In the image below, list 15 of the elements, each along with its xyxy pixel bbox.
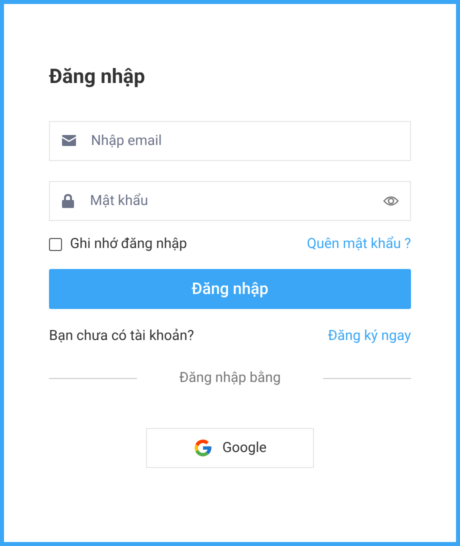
google-logo-icon	[193, 438, 214, 458]
lock-icon	[62, 194, 74, 208]
divider-text: Đăng nhập bằng	[178, 368, 282, 388]
password-field[interactable]: Mật khẩu	[49, 181, 411, 221]
signup-prompt: Bạn chưa có tài khoản?	[49, 326, 194, 346]
email-field[interactable]: Nhập email	[49, 121, 411, 161]
remember-label: Ghi nhớ đăng nhập	[70, 234, 188, 254]
google-button[interactable]: Google	[146, 428, 314, 468]
form-title: Đăng nhập	[49, 63, 145, 90]
envelope-icon	[62, 135, 76, 146]
login-button[interactable]: Đăng nhập	[49, 269, 411, 309]
remember-checkbox[interactable]	[49, 238, 62, 250]
signup-link[interactable]: Đăng ký ngay	[328, 326, 411, 346]
forgot-password-link[interactable]: Quên mật khẩu ?	[306, 234, 411, 254]
eye-icon[interactable]	[383, 195, 399, 207]
